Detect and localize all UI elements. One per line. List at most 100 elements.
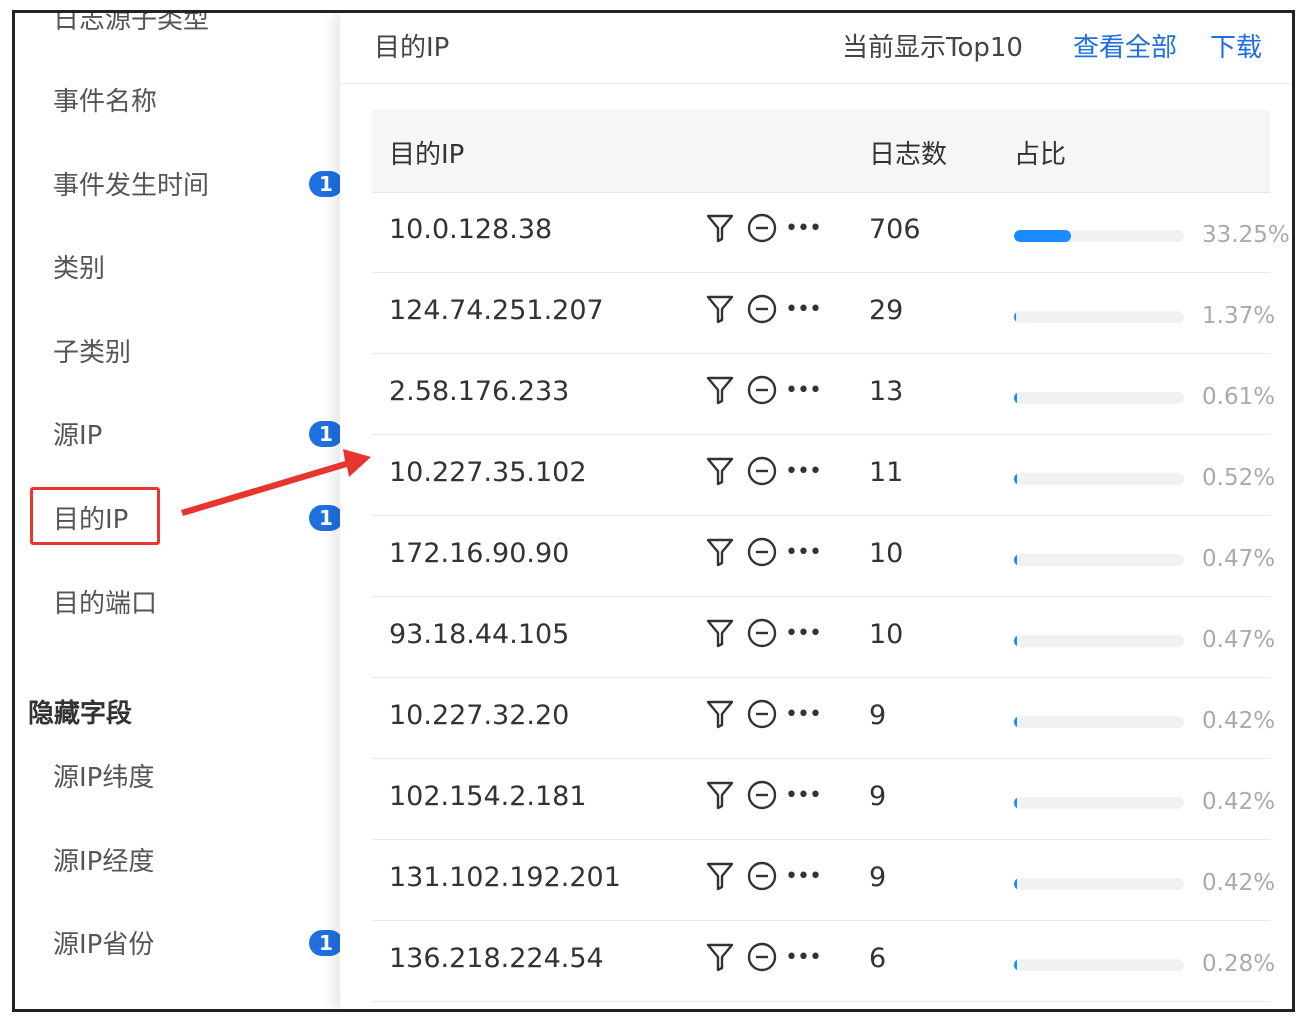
ratio-percent-value: 0.42% — [1202, 708, 1276, 734]
column-header-log-count: 日志数 — [869, 140, 948, 170]
filter-icon[interactable] — [704, 374, 736, 406]
row-actions: ••• — [704, 860, 822, 892]
panel-title: 目的IP — [374, 33, 450, 63]
ratio-bar — [1014, 554, 1184, 566]
more-options-icon[interactable]: ••• — [785, 617, 822, 649]
filter-icon[interactable] — [704, 536, 736, 568]
field-item-source-ip-province[interactable]: 源IP省份 — [53, 924, 154, 961]
more-options-icon[interactable]: ••• — [785, 698, 822, 730]
dest-ip-value: 136.218.224.54 — [389, 943, 604, 974]
field-count-badge: 1 — [309, 421, 340, 447]
ratio-bar — [1014, 635, 1184, 647]
row-actions: ••• — [704, 779, 822, 811]
ratio-bar-fill — [1014, 959, 1017, 971]
ratio-bar-fill — [1014, 311, 1017, 323]
more-options-icon[interactable]: ••• — [785, 941, 822, 973]
ratio-bar — [1014, 797, 1184, 809]
filter-icon[interactable] — [704, 941, 736, 973]
filter-icon[interactable] — [704, 212, 736, 244]
more-options-icon[interactable]: ••• — [785, 293, 822, 325]
field-item-source-ip-latitude[interactable]: 源IP纬度 — [53, 757, 154, 794]
field-item-category[interactable]: 类别 — [53, 248, 105, 285]
exclude-minus-icon[interactable] — [746, 374, 778, 406]
ratio-bar-fill — [1014, 635, 1017, 647]
log-count-value: 9 — [869, 700, 887, 731]
field-item-subcategory[interactable]: 子类别 — [53, 332, 131, 369]
more-options-icon[interactable]: ••• — [785, 374, 822, 406]
view-all-link[interactable]: 查看全部 — [1073, 27, 1177, 64]
filter-icon[interactable] — [704, 779, 736, 811]
table-row: 2.58.176.233 ••• 13 0.61% — [372, 354, 1275, 435]
field-item-event-time[interactable]: 事件发生时间 — [53, 165, 209, 202]
exclude-minus-icon[interactable] — [746, 941, 778, 973]
row-actions: ••• — [704, 536, 822, 568]
log-count-value: 6 — [869, 943, 887, 974]
highlight-annotation-box — [30, 487, 160, 545]
table-row: 10.0.128.38 ••• 706 33.25% — [372, 192, 1290, 273]
ratio-percent-value: 0.52% — [1202, 465, 1276, 491]
row-actions: ••• — [704, 293, 822, 325]
filter-icon[interactable] — [704, 455, 736, 487]
panel-header: 目的IP 当前显示Top10 查看全部 下载 — [340, 13, 1292, 84]
dest-ip-value: 93.18.44.105 — [389, 619, 570, 650]
log-count-value: 9 — [869, 862, 887, 893]
exclude-minus-icon[interactable] — [746, 617, 778, 649]
column-header-dest-ip: 目的IP — [389, 140, 465, 170]
ratio-bar-fill — [1014, 878, 1017, 890]
log-count-value: 10 — [869, 619, 904, 650]
exclude-minus-icon[interactable] — [746, 212, 778, 244]
field-item-source-ip[interactable]: 源IP — [53, 415, 102, 452]
field-item-log-source-subtype[interactable]: 日志源子类型 — [53, 13, 209, 36]
ratio-percent-value: 33.25% — [1202, 222, 1290, 248]
table-row: 124.74.251.207 ••• 29 1.37% — [372, 273, 1275, 354]
more-options-icon[interactable]: ••• — [785, 455, 822, 487]
row-actions: ••• — [704, 455, 822, 487]
exclude-minus-icon[interactable] — [746, 698, 778, 730]
log-count-value: 706 — [869, 214, 921, 245]
column-header-ratio: 占比 — [1014, 140, 1067, 170]
ratio-percent-value: 1.37% — [1202, 303, 1276, 329]
exclude-minus-icon[interactable] — [746, 455, 778, 487]
log-count-value: 13 — [869, 376, 904, 407]
table-row: 10.227.32.20 ••• 9 0.42% — [372, 678, 1275, 759]
ratio-percent-value: 0.61% — [1202, 384, 1276, 410]
dest-ip-value: 172.16.90.90 — [389, 538, 570, 569]
row-actions: ••• — [704, 212, 822, 244]
ratio-percent-value: 0.42% — [1202, 789, 1276, 815]
field-count-badge: 1 — [309, 505, 340, 531]
more-options-icon[interactable]: ••• — [785, 212, 822, 244]
screenshot-frame: 日志源子类型 事件名称 事件发生时间 1 类别 子类别 源IP 1 目的IP 1… — [12, 10, 1295, 1012]
dest-ip-value: 10.0.128.38 — [389, 214, 553, 245]
row-actions: ••• — [704, 698, 822, 730]
field-stats-panel: 目的IP 当前显示Top10 查看全部 下载 目的IP 日志数 占比 10.0.… — [340, 13, 1292, 1009]
table-row: 136.218.224.54 ••• 6 0.28% — [372, 921, 1275, 1002]
filter-icon[interactable] — [704, 617, 736, 649]
exclude-minus-icon[interactable] — [746, 536, 778, 568]
log-count-value: 29 — [869, 295, 904, 326]
dest-ip-value: 102.154.2.181 — [389, 781, 587, 812]
exclude-minus-icon[interactable] — [746, 779, 778, 811]
ratio-bar — [1014, 959, 1184, 971]
download-link[interactable]: 下载 — [1210, 27, 1262, 64]
ratio-bar-fill — [1014, 473, 1017, 485]
field-item-dest-port[interactable]: 目的端口 — [53, 583, 157, 620]
more-options-icon[interactable]: ••• — [785, 779, 822, 811]
more-options-icon[interactable]: ••• — [785, 860, 822, 892]
more-options-icon[interactable]: ••• — [785, 536, 822, 568]
filter-icon[interactable] — [704, 293, 736, 325]
dest-ip-value: 124.74.251.207 — [389, 295, 604, 326]
log-count-value: 11 — [869, 457, 904, 488]
ratio-percent-value: 0.42% — [1202, 870, 1276, 896]
field-item-source-ip-longitude[interactable]: 源IP经度 — [53, 841, 154, 878]
exclude-minus-icon[interactable] — [746, 293, 778, 325]
top-count-info: 当前显示Top10 — [842, 33, 1023, 63]
field-item-event-name[interactable]: 事件名称 — [53, 81, 157, 118]
exclude-minus-icon[interactable] — [746, 860, 778, 892]
table-row: 172.16.90.90 ••• 10 0.47% — [372, 516, 1275, 597]
filter-icon[interactable] — [704, 860, 736, 892]
ratio-bar — [1014, 392, 1184, 404]
table-header: 目的IP 日志数 占比 — [372, 110, 1270, 193]
dest-ip-value: 131.102.192.201 — [389, 862, 621, 893]
filter-icon[interactable] — [704, 698, 736, 730]
field-sidebar: 日志源子类型 事件名称 事件发生时间 1 类别 子类别 源IP 1 目的IP 1… — [15, 13, 340, 1009]
